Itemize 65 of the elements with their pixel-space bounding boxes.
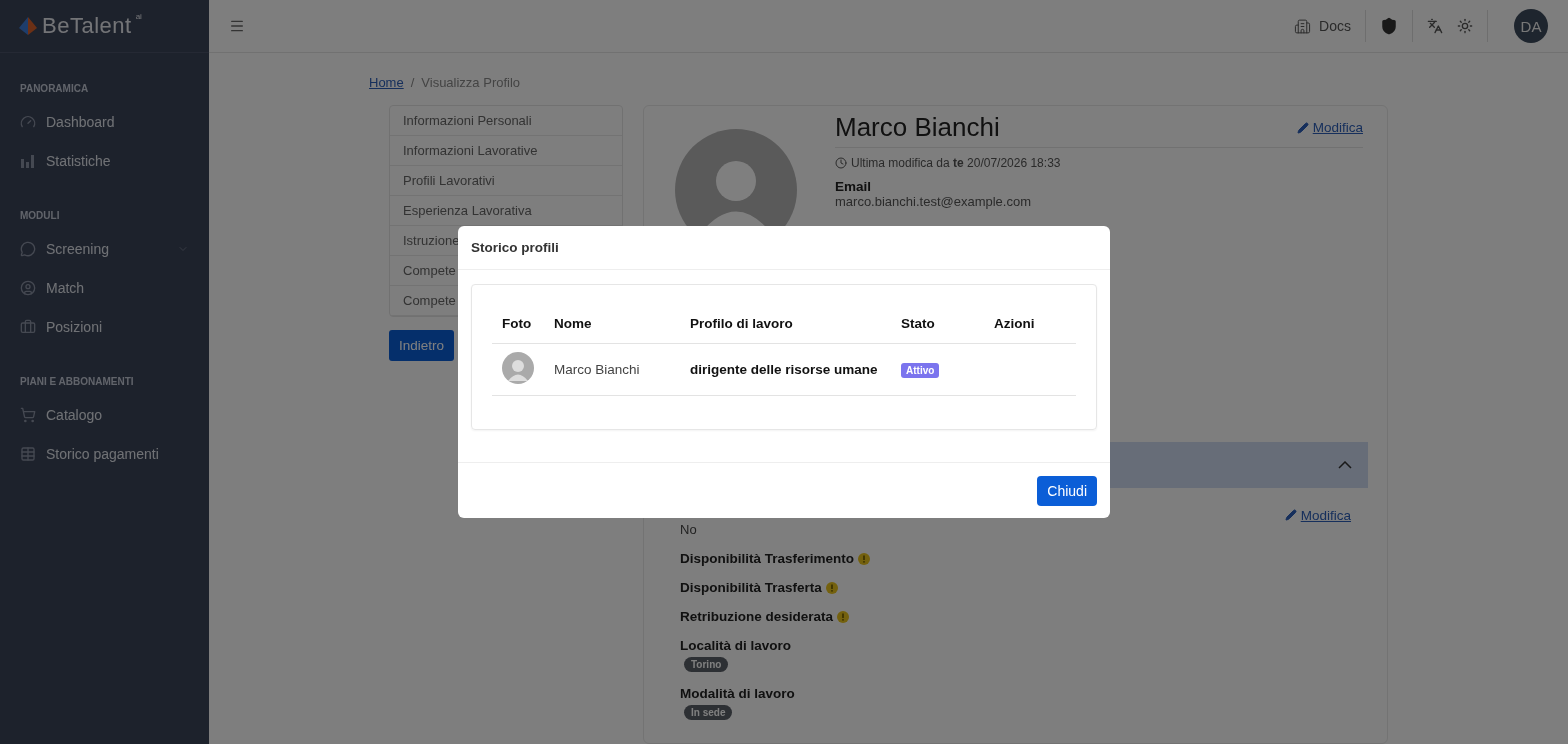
sidebar-item[interactable]: Catalogo	[0, 395, 209, 434]
sidebar-item[interactable]: Storico pagamenti	[0, 434, 209, 473]
table-cell: dirigente delle risorse umane	[680, 343, 891, 395]
modal-title: Storico profili	[458, 226, 1110, 270]
last-modified-text: Ultima modifica da te 20/07/2026 18:33	[851, 156, 1061, 170]
field-label: Disponibilità Trasferta	[680, 580, 822, 595]
edit-link[interactable]: Modifica	[1296, 120, 1363, 135]
profile-nav-item[interactable]: Informazioni Lavorative	[390, 136, 622, 166]
sidebar-section-title: MODULI	[20, 210, 61, 221]
pencil-icon	[1284, 509, 1297, 521]
profile-nav-item[interactable]: Informazioni Personali	[390, 106, 622, 136]
email-label: Email	[835, 179, 873, 194]
logo-icon	[18, 16, 38, 36]
tag: In sede	[684, 705, 733, 720]
column-header: Foto	[492, 305, 544, 343]
sidebar-item[interactable]: Statistiche	[0, 141, 209, 180]
brand-name: BeTalent	[42, 13, 132, 39]
translate-icon[interactable]	[1427, 18, 1443, 34]
warning-icon	[837, 610, 850, 623]
user-avatar[interactable]: DA	[1514, 9, 1548, 43]
profile-name: Marco Bianchi	[835, 112, 1000, 143]
avatar-placeholder	[502, 351, 534, 384]
building-icon	[1294, 17, 1312, 35]
profile-nav-item[interactable]: Profili Lavorativi	[390, 166, 622, 196]
brand-suffix: ai	[135, 12, 142, 21]
email-value: marco.bianchi.test@example.com	[835, 194, 1032, 209]
menu-icon[interactable]	[229, 18, 245, 34]
column-header: Azioni	[984, 305, 1076, 343]
column-header: Nome	[544, 305, 680, 343]
warning-icon	[858, 552, 871, 565]
breadcrumb-link[interactable]: Home	[369, 74, 404, 90]
cart-icon	[20, 406, 36, 423]
shield-icon[interactable]	[1380, 17, 1398, 35]
theme-icon[interactable]	[1457, 18, 1473, 34]
chat-bubble-icon	[20, 240, 36, 257]
briefcase-icon	[20, 318, 36, 335]
sidebar-section-title: PIANI E ABBONAMENTI	[20, 376, 135, 387]
table-cell: Marco Bianchi	[544, 343, 680, 395]
back-button[interactable]: Indietro	[389, 330, 455, 361]
pencil-icon	[1296, 121, 1309, 134]
close-button[interactable]: Chiudi	[1037, 475, 1097, 506]
sidebar-item[interactable]: Dashboard	[0, 102, 209, 141]
docs-link[interactable]: Docs	[1294, 10, 1366, 42]
field-label: Modalità di lavoro	[680, 686, 795, 701]
warning-icon	[825, 581, 838, 594]
column-header: Profilo di lavoro	[680, 305, 891, 343]
field-value: No	[680, 522, 698, 537]
user-icon	[20, 279, 36, 296]
field-label: Disponibilità Trasferimento	[680, 551, 855, 566]
field-label: Località di lavoro	[680, 638, 792, 653]
clock-icon	[835, 157, 847, 169]
sidebar-section-title: PANORAMICA	[20, 83, 90, 94]
column-header: Stato	[891, 305, 984, 343]
sidebar-item[interactable]: Match	[0, 268, 209, 307]
breadcrumb-current: Visualizza Profilo	[421, 74, 521, 90]
breadcrumb-separator: /	[410, 74, 415, 90]
status-badge: Attivo	[901, 362, 940, 378]
field-label: Retribuzione desiderata	[680, 609, 834, 624]
table-icon	[20, 445, 36, 462]
bar-chart-icon	[20, 152, 36, 169]
gauge-icon	[20, 113, 36, 130]
edit-link[interactable]: Modifica	[1284, 506, 1351, 524]
sidebar-item[interactable]: Posizioni	[0, 307, 209, 346]
tag: Torino	[684, 657, 729, 672]
sidebar-item[interactable]: Screening	[0, 229, 209, 268]
